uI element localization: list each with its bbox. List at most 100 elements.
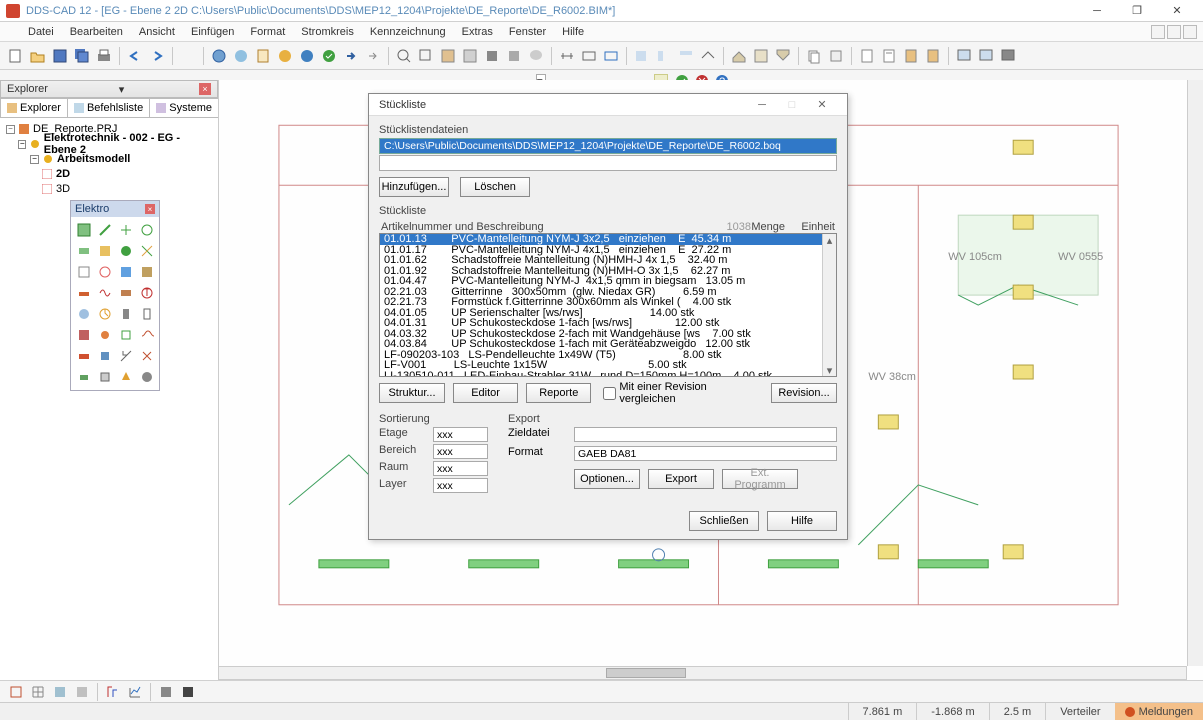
palette-title[interactable]: Elektro × (71, 201, 159, 217)
explorer-close[interactable]: × (199, 83, 211, 95)
tb-grid1[interactable] (438, 46, 458, 66)
tb-globe2[interactable] (231, 46, 251, 66)
tab-systeme[interactable]: Systeme (149, 98, 219, 117)
stueck-list[interactable]: 01.01.13 PVC-Mantelleitung NYM-J 3x2,5 e… (379, 233, 837, 377)
tb-zoomwin[interactable] (416, 46, 436, 66)
tb-open[interactable] (28, 46, 48, 66)
revision-button[interactable]: Revision... (771, 383, 837, 403)
revision-checkbox[interactable] (603, 387, 616, 400)
pal-22[interactable] (96, 326, 114, 344)
bt-6[interactable] (125, 682, 145, 702)
canvas-scrollbar-h[interactable] (218, 666, 1187, 680)
menu-einfuegen[interactable]: Einfügen (183, 24, 242, 40)
tree-2d[interactable]: 2D (42, 167, 212, 181)
tb-report2[interactable] (879, 46, 899, 66)
tb-dim1[interactable] (557, 46, 577, 66)
pal-1[interactable] (75, 221, 93, 239)
stueck-row[interactable]: 01.01.62 Schadstoffreie Mantelleitung (N… (380, 255, 836, 266)
pal-18[interactable] (96, 305, 114, 323)
tb-view2[interactable] (654, 46, 674, 66)
tb-box2[interactable] (504, 46, 524, 66)
tb-zoomext[interactable] (394, 46, 414, 66)
maximize-button[interactable]: ❐ (1117, 2, 1157, 20)
sort-raum-input[interactable] (433, 461, 488, 476)
pal-5[interactable] (75, 242, 93, 260)
dialog-close[interactable]: ✕ (807, 96, 837, 114)
menu-datei[interactable]: Datei (20, 24, 62, 40)
tb-win2[interactable] (976, 46, 996, 66)
tb-grid2[interactable] (460, 46, 480, 66)
tree-3d[interactable]: 3D (42, 182, 212, 196)
reporte-button[interactable]: Reporte (526, 383, 591, 403)
stueck-row[interactable]: 02.21.73 Formstück f.Gitterrinne 300x60m… (380, 297, 836, 308)
tb-report3[interactable] (901, 46, 921, 66)
stueck-row[interactable]: 04.03.84 UP Schukosteckdose 1-fach mit G… (380, 339, 836, 350)
canvas-scrollbar-v[interactable] (1187, 80, 1203, 666)
pal-13[interactable] (75, 284, 93, 302)
tb-copy2[interactable] (826, 46, 846, 66)
export-format-input[interactable] (574, 446, 837, 461)
pal-9[interactable] (75, 263, 93, 281)
pal-21[interactable] (75, 326, 93, 344)
tb-print[interactable] (94, 46, 114, 66)
bt-3[interactable] (50, 682, 70, 702)
bt-7[interactable] (156, 682, 176, 702)
pal-16[interactable]: T (138, 284, 156, 302)
pal-6[interactable] (96, 242, 114, 260)
struktur-button[interactable]: Struktur... (379, 383, 445, 403)
pal-32[interactable] (138, 368, 156, 386)
menu-small-3[interactable] (1183, 25, 1197, 39)
menu-hilfe[interactable]: Hilfe (554, 24, 592, 40)
stueck-row[interactable]: LI-130510-011 LED-Einbau-Strahler 31W ru… (380, 371, 836, 378)
pal-29[interactable] (75, 368, 93, 386)
stueck-row[interactable]: 04.01.31 UP Schukosteckdose 1-fach [ws/r… (380, 318, 836, 329)
tb-win3[interactable] (998, 46, 1018, 66)
menu-extras[interactable]: Extras (454, 24, 501, 40)
tb-box1[interactable] (482, 46, 502, 66)
pal-15[interactable] (117, 284, 135, 302)
tree-elektro[interactable]: −Elektrotechnik - 002 - EG - Ebene 2 (18, 137, 212, 151)
pal-19[interactable] (117, 305, 135, 323)
tb-dim2[interactable] (579, 46, 599, 66)
tb-arrow-right[interactable] (341, 46, 361, 66)
bt-1[interactable] (6, 682, 26, 702)
pal-24[interactable] (138, 326, 156, 344)
pal-14[interactable] (96, 284, 114, 302)
tb-globe[interactable] (209, 46, 229, 66)
pal-10[interactable] (96, 263, 114, 281)
menu-fenster[interactable]: Fenster (501, 24, 554, 40)
bt-5[interactable] (103, 682, 123, 702)
stueck-row[interactable]: 01.04.47 PVC-Mantelleitung NYM-J 4x1,5 q… (380, 276, 836, 287)
pal-27[interactable] (117, 347, 135, 365)
palette-close[interactable]: × (145, 204, 155, 214)
bt-4[interactable] (72, 682, 92, 702)
tb-view1[interactable] (632, 46, 652, 66)
stueck-scrollbar[interactable]: ▴ ▾ (822, 234, 836, 376)
dialog-titlebar[interactable]: Stückliste ─ □ ✕ (369, 94, 847, 116)
pal-8[interactable] (138, 242, 156, 260)
tb-view4[interactable] (698, 46, 718, 66)
tb-house-up[interactable] (729, 46, 749, 66)
tb-redo[interactable] (147, 46, 167, 66)
tb-win1[interactable] (954, 46, 974, 66)
menu-kennzeichnung[interactable]: Kennzeichnung (362, 24, 454, 40)
status-verteiler[interactable]: Verteiler (1045, 703, 1114, 720)
pal-30[interactable] (96, 368, 114, 386)
pal-20[interactable] (138, 305, 156, 323)
tb-undo[interactable] (125, 46, 145, 66)
pal-25[interactable] (75, 347, 93, 365)
ext-program-button[interactable]: Ext. Programm (722, 469, 798, 489)
dialog-minimize[interactable]: ─ (747, 96, 777, 114)
stueck-row[interactable]: LF-V001 LS-Leuchte 1x15W 5.00 stk (380, 360, 836, 371)
menu-small-2[interactable] (1167, 25, 1181, 39)
tb-house-list[interactable] (751, 46, 771, 66)
pal-3[interactable] (117, 221, 135, 239)
tb-speech[interactable] (526, 46, 546, 66)
menu-bearbeiten[interactable]: Bearbeiten (62, 24, 131, 40)
pal-23[interactable] (117, 326, 135, 344)
pal-31[interactable] (117, 368, 135, 386)
tb-view3[interactable] (676, 46, 696, 66)
close-button[interactable]: ✕ (1157, 2, 1197, 20)
add-button[interactable]: Hinzufügen... (379, 177, 449, 197)
options-button[interactable]: Optionen... (574, 469, 640, 489)
